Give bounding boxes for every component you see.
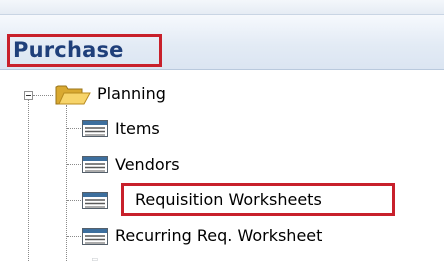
tree-line-item-2 <box>67 200 81 201</box>
tree-line-folder <box>33 95 53 96</box>
tree-item-requisition-worksheets[interactable]: Requisition Worksheets <box>135 190 322 209</box>
navigation-pane-header: Purchase <box>0 14 444 70</box>
tree-item-items[interactable]: Items <box>115 119 160 138</box>
tree-folder-planning[interactable]: Planning <box>97 84 166 103</box>
tree-item-vendors[interactable]: Vendors <box>115 155 180 174</box>
collapse-toggle-icon[interactable] <box>24 91 33 100</box>
list-icon <box>82 156 108 173</box>
folder-open-icon <box>55 85 91 105</box>
tree-line-item-1 <box>67 164 81 165</box>
tree-line-item-0 <box>67 128 81 129</box>
tree-line-item-3 <box>67 236 81 237</box>
list-icon <box>82 120 108 137</box>
tree-item-recurring-req-worksheet[interactable]: Recurring Req. Worksheet <box>115 226 322 245</box>
window-top-bar <box>0 0 444 14</box>
list-icon <box>82 192 108 209</box>
panel-title-highlight[interactable]: Purchase <box>7 34 162 67</box>
list-icon <box>82 228 108 245</box>
panel-title: Purchase <box>13 38 124 62</box>
tree-line-root <box>28 100 29 261</box>
